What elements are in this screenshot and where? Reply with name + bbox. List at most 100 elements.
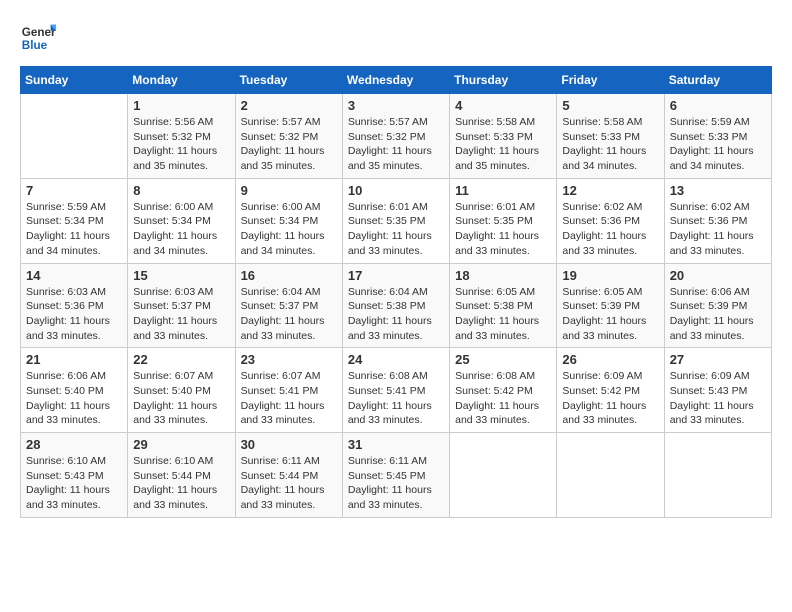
sunset-text: Sunset: 5:34 PM	[26, 215, 104, 227]
daylight-text: Daylight: 11 hours and 33 minutes.	[455, 230, 539, 257]
daylight-text: Daylight: 11 hours and 33 minutes.	[241, 484, 325, 511]
sunset-text: Sunset: 5:33 PM	[562, 131, 640, 143]
weekday-saturday: Saturday	[664, 67, 771, 94]
weekday-sunday: Sunday	[21, 67, 128, 94]
sunrise-text: Sunrise: 5:57 AM	[241, 116, 321, 128]
calendar-cell: 27 Sunrise: 6:09 AM Sunset: 5:43 PM Dayl…	[664, 348, 771, 433]
calendar-cell: 29 Sunrise: 6:10 AM Sunset: 5:44 PM Dayl…	[128, 433, 235, 518]
svg-text:Blue: Blue	[22, 39, 48, 52]
calendar-cell: 5 Sunrise: 5:58 AM Sunset: 5:33 PM Dayli…	[557, 94, 664, 179]
daylight-text: Daylight: 11 hours and 33 minutes.	[26, 315, 110, 342]
sunrise-text: Sunrise: 6:07 AM	[133, 370, 213, 382]
sunrise-text: Sunrise: 6:02 AM	[562, 201, 642, 213]
sunset-text: Sunset: 5:43 PM	[670, 385, 748, 397]
sunrise-text: Sunrise: 6:11 AM	[348, 455, 427, 467]
sunrise-text: Sunrise: 5:57 AM	[348, 116, 428, 128]
daylight-text: Daylight: 11 hours and 33 minutes.	[455, 315, 539, 342]
weekday-monday: Monday	[128, 67, 235, 94]
weekday-header-row: SundayMondayTuesdayWednesdayThursdayFrid…	[21, 67, 772, 94]
day-info: Sunrise: 6:09 AM Sunset: 5:42 PM Dayligh…	[562, 369, 658, 428]
sunrise-text: Sunrise: 6:00 AM	[241, 201, 321, 213]
daylight-text: Daylight: 11 hours and 33 minutes.	[348, 230, 432, 257]
day-number: 8	[133, 183, 229, 198]
calendar-cell: 13 Sunrise: 6:02 AM Sunset: 5:36 PM Dayl…	[664, 178, 771, 263]
sunset-text: Sunset: 5:34 PM	[241, 215, 319, 227]
day-number: 1	[133, 98, 229, 113]
sunrise-text: Sunrise: 6:00 AM	[133, 201, 213, 213]
calendar-cell: 28 Sunrise: 6:10 AM Sunset: 5:43 PM Dayl…	[21, 433, 128, 518]
calendar-week-4: 21 Sunrise: 6:06 AM Sunset: 5:40 PM Dayl…	[21, 348, 772, 433]
day-info: Sunrise: 6:11 AM Sunset: 5:45 PM Dayligh…	[348, 454, 444, 513]
sunrise-text: Sunrise: 6:06 AM	[26, 370, 106, 382]
calendar-cell: 26 Sunrise: 6:09 AM Sunset: 5:42 PM Dayl…	[557, 348, 664, 433]
daylight-text: Daylight: 11 hours and 35 minutes.	[241, 145, 325, 172]
sunrise-text: Sunrise: 6:01 AM	[348, 201, 428, 213]
daylight-text: Daylight: 11 hours and 33 minutes.	[348, 400, 432, 427]
calendar-cell: 30 Sunrise: 6:11 AM Sunset: 5:44 PM Dayl…	[235, 433, 342, 518]
daylight-text: Daylight: 11 hours and 34 minutes.	[133, 230, 217, 257]
weekday-wednesday: Wednesday	[342, 67, 449, 94]
weekday-thursday: Thursday	[450, 67, 557, 94]
day-number: 14	[26, 268, 122, 283]
daylight-text: Daylight: 11 hours and 34 minutes.	[670, 145, 754, 172]
day-info: Sunrise: 5:57 AM Sunset: 5:32 PM Dayligh…	[348, 115, 444, 174]
sunrise-text: Sunrise: 6:08 AM	[348, 370, 428, 382]
sunset-text: Sunset: 5:32 PM	[348, 131, 426, 143]
sunset-text: Sunset: 5:45 PM	[348, 470, 426, 482]
calendar-cell	[664, 433, 771, 518]
calendar-cell: 4 Sunrise: 5:58 AM Sunset: 5:33 PM Dayli…	[450, 94, 557, 179]
calendar-cell: 1 Sunrise: 5:56 AM Sunset: 5:32 PM Dayli…	[128, 94, 235, 179]
day-info: Sunrise: 6:02 AM Sunset: 5:36 PM Dayligh…	[670, 200, 766, 259]
logo-icon: General Blue	[20, 20, 56, 56]
day-info: Sunrise: 6:05 AM Sunset: 5:39 PM Dayligh…	[562, 285, 658, 344]
day-info: Sunrise: 5:59 AM Sunset: 5:33 PM Dayligh…	[670, 115, 766, 174]
day-info: Sunrise: 6:06 AM Sunset: 5:40 PM Dayligh…	[26, 369, 122, 428]
calendar-cell: 11 Sunrise: 6:01 AM Sunset: 5:35 PM Dayl…	[450, 178, 557, 263]
sunrise-text: Sunrise: 6:09 AM	[562, 370, 642, 382]
sunrise-text: Sunrise: 6:03 AM	[133, 286, 213, 298]
sunset-text: Sunset: 5:36 PM	[26, 300, 104, 312]
calendar-cell: 15 Sunrise: 6:03 AM Sunset: 5:37 PM Dayl…	[128, 263, 235, 348]
sunrise-text: Sunrise: 6:05 AM	[455, 286, 535, 298]
calendar-cell: 2 Sunrise: 5:57 AM Sunset: 5:32 PM Dayli…	[235, 94, 342, 179]
calendar-week-5: 28 Sunrise: 6:10 AM Sunset: 5:43 PM Dayl…	[21, 433, 772, 518]
calendar-cell	[21, 94, 128, 179]
calendar-cell: 25 Sunrise: 6:08 AM Sunset: 5:42 PM Dayl…	[450, 348, 557, 433]
day-info: Sunrise: 6:01 AM Sunset: 5:35 PM Dayligh…	[455, 200, 551, 259]
sunset-text: Sunset: 5:37 PM	[241, 300, 319, 312]
sunrise-text: Sunrise: 6:02 AM	[670, 201, 750, 213]
sunset-text: Sunset: 5:41 PM	[241, 385, 319, 397]
calendar-cell	[450, 433, 557, 518]
daylight-text: Daylight: 11 hours and 34 minutes.	[241, 230, 325, 257]
sunset-text: Sunset: 5:32 PM	[133, 131, 211, 143]
daylight-text: Daylight: 11 hours and 33 minutes.	[348, 315, 432, 342]
day-number: 9	[241, 183, 337, 198]
calendar-week-1: 1 Sunrise: 5:56 AM Sunset: 5:32 PM Dayli…	[21, 94, 772, 179]
day-number: 29	[133, 437, 229, 452]
day-number: 26	[562, 352, 658, 367]
day-number: 27	[670, 352, 766, 367]
calendar-cell: 3 Sunrise: 5:57 AM Sunset: 5:32 PM Dayli…	[342, 94, 449, 179]
daylight-text: Daylight: 11 hours and 33 minutes.	[348, 484, 432, 511]
day-info: Sunrise: 5:56 AM Sunset: 5:32 PM Dayligh…	[133, 115, 229, 174]
calendar-week-3: 14 Sunrise: 6:03 AM Sunset: 5:36 PM Dayl…	[21, 263, 772, 348]
day-number: 23	[241, 352, 337, 367]
page-header: General Blue	[20, 20, 772, 56]
weekday-tuesday: Tuesday	[235, 67, 342, 94]
daylight-text: Daylight: 11 hours and 33 minutes.	[26, 400, 110, 427]
day-info: Sunrise: 6:09 AM Sunset: 5:43 PM Dayligh…	[670, 369, 766, 428]
sunset-text: Sunset: 5:44 PM	[133, 470, 211, 482]
daylight-text: Daylight: 11 hours and 33 minutes.	[670, 230, 754, 257]
daylight-text: Daylight: 11 hours and 33 minutes.	[562, 400, 646, 427]
sunset-text: Sunset: 5:36 PM	[562, 215, 640, 227]
calendar-week-2: 7 Sunrise: 5:59 AM Sunset: 5:34 PM Dayli…	[21, 178, 772, 263]
sunrise-text: Sunrise: 6:08 AM	[455, 370, 535, 382]
sunset-text: Sunset: 5:33 PM	[455, 131, 533, 143]
sunset-text: Sunset: 5:39 PM	[670, 300, 748, 312]
day-number: 16	[241, 268, 337, 283]
daylight-text: Daylight: 11 hours and 33 minutes.	[26, 484, 110, 511]
calendar-cell: 14 Sunrise: 6:03 AM Sunset: 5:36 PM Dayl…	[21, 263, 128, 348]
sunset-text: Sunset: 5:43 PM	[26, 470, 104, 482]
daylight-text: Daylight: 11 hours and 33 minutes.	[670, 400, 754, 427]
sunset-text: Sunset: 5:39 PM	[562, 300, 640, 312]
